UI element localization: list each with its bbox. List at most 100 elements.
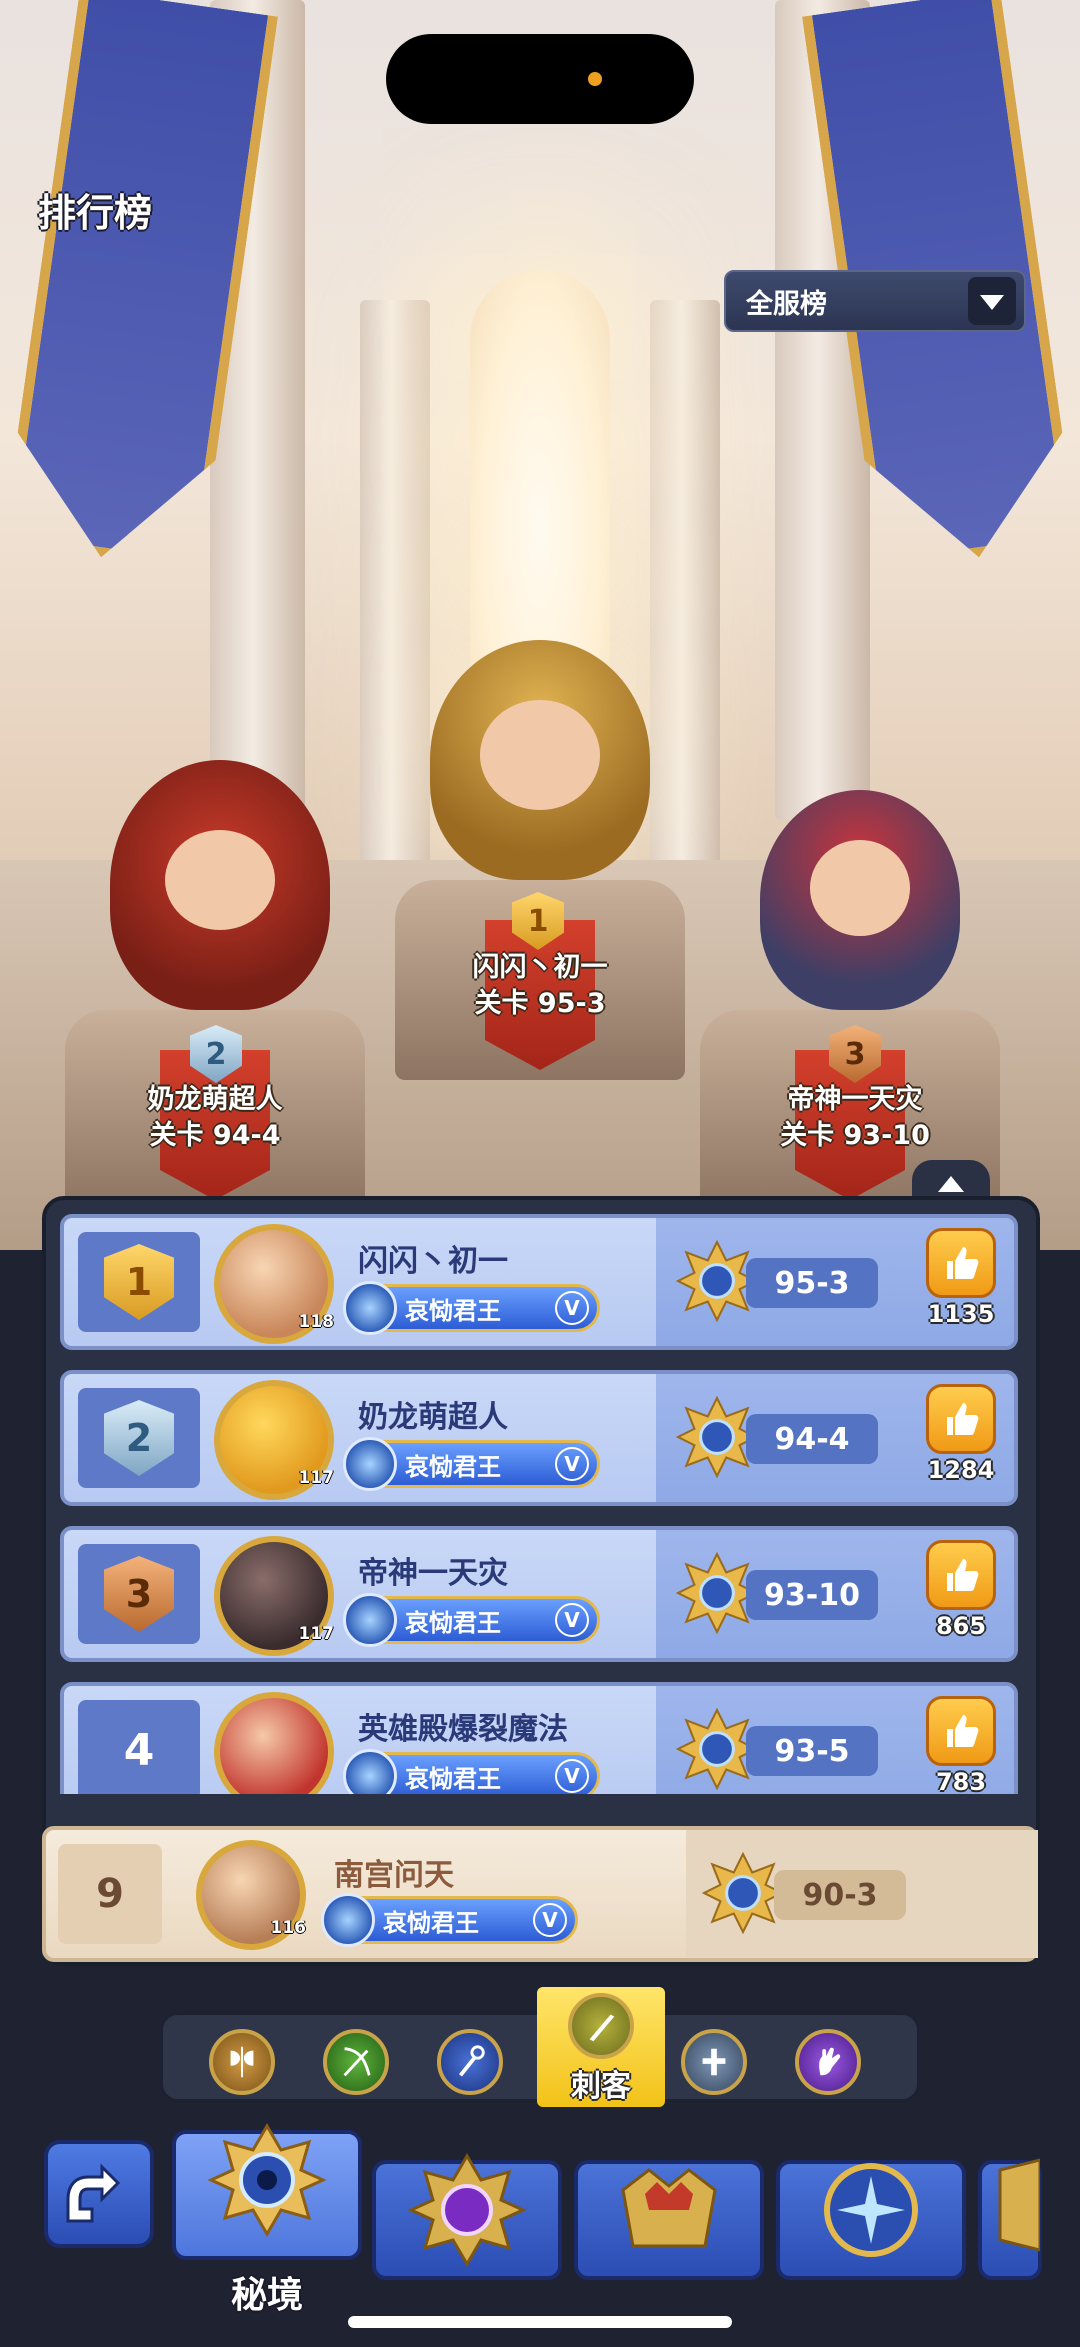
- tab-secret-realm[interactable]: 秘境: [172, 2123, 362, 2316]
- partial-emblem-icon: [998, 2158, 1040, 2252]
- player-name: 闪闪丶初一: [358, 1244, 508, 1279]
- class-filter-label: 刺客: [571, 2069, 631, 2104]
- tab-partial[interactable]: [978, 2158, 1042, 2280]
- avatar[interactable]: 117: [214, 1380, 334, 1500]
- rank-number: 4: [123, 1724, 155, 1776]
- hero-second-place[interactable]: [110, 760, 330, 1010]
- player-name: 帝神一天灾: [358, 1556, 508, 1591]
- ranking-row[interactable]: 4 英雄殿爆裂魔法 哀恸君王 V 93-5 783: [60, 1682, 1018, 1794]
- my-player-name: 南宫问天: [334, 1858, 454, 1893]
- title-badge: 哀恸君王 V: [321, 1893, 578, 1947]
- purple-orb-emblem-icon: [407, 2153, 527, 2267]
- title-tier: V: [555, 1447, 589, 1481]
- podium-player-name: 帝神一天灾: [787, 1084, 923, 1115]
- stage-value: 93-10: [746, 1570, 878, 1620]
- my-rank-row[interactable]: 9 116 南宫问天 哀恸君王 V 90-3: [42, 1826, 1038, 1962]
- ranking-list[interactable]: 1 118 闪闪丶初一 哀恸君王 V 95-3 1135 2 117 奶龙萌超人: [60, 1214, 1020, 1794]
- hero-third-place[interactable]: [760, 790, 960, 1010]
- stage-value: 94-4: [746, 1414, 878, 1464]
- podium-second: 奶龙萌超人 关卡 94-4: [60, 1082, 370, 1154]
- rank-badge-silver: 2: [104, 1400, 174, 1476]
- title-text: 哀恸君王: [383, 1908, 479, 1937]
- tab-label: 秘境: [230, 2275, 303, 2316]
- chevron-up-icon: [938, 1176, 964, 1192]
- class-filter-priest[interactable]: [681, 2029, 747, 2095]
- player-level: 118: [298, 1312, 335, 1332]
- ranking-row[interactable]: 1 118 闪闪丶初一 哀恸君王 V 95-3 1135: [60, 1214, 1018, 1350]
- title-emblem-icon: [321, 1893, 375, 1947]
- chevron-down-icon[interactable]: [968, 277, 1016, 325]
- class-filter-mage[interactable]: [437, 2029, 503, 2095]
- thumbs-up-icon: [926, 1384, 996, 1454]
- assassin-blade-icon: [568, 1993, 634, 2059]
- title-emblem-icon: [343, 1437, 397, 1491]
- title-emblem-icon: [343, 1593, 397, 1647]
- like-button[interactable]: 783: [920, 1696, 1002, 1794]
- rank-cell: 2: [78, 1388, 200, 1488]
- ranking-row[interactable]: 3 117 帝神一天灾 哀恸君王 V 93-10 865: [60, 1526, 1018, 1662]
- bottom-tab-bar: 秘境: [0, 2110, 1080, 2316]
- class-filter-assassin[interactable]: 刺客: [537, 1987, 665, 2107]
- mage-staff-icon: [459, 2045, 485, 2077]
- title-tier: V: [555, 1603, 589, 1637]
- thumbs-up-icon: [926, 1540, 996, 1610]
- blue-star-emblem-icon: [824, 2163, 918, 2257]
- class-filter-warrior[interactable]: [209, 2029, 275, 2095]
- camera-notch: [386, 34, 694, 124]
- podium-player-name: 闪闪丶初一: [472, 952, 608, 983]
- like-button[interactable]: 1135: [920, 1228, 1002, 1338]
- title-text: 哀恸君王: [405, 1296, 501, 1325]
- player-name: 英雄殿爆裂魔法: [358, 1712, 568, 1747]
- crown-emblem-icon: [621, 2168, 717, 2248]
- title-badge: 哀恸君王 V: [343, 1437, 600, 1491]
- like-count: 865: [935, 1612, 987, 1640]
- rank-cell: 4: [78, 1700, 200, 1794]
- avatar[interactable]: 118: [214, 1224, 334, 1344]
- thumbs-up-icon: [926, 1696, 996, 1766]
- title-tier: V: [555, 1291, 589, 1325]
- player-level: 117: [298, 1624, 335, 1644]
- podium-third: 帝神一天灾 关卡 93-10: [700, 1082, 1010, 1154]
- tab-crown[interactable]: [574, 2160, 764, 2280]
- stage-sun-icon: [702, 1852, 784, 1934]
- ranking-row[interactable]: 2 117 奶龙萌超人 哀恸君王 V 94-4 1284: [60, 1370, 1018, 1506]
- title-badge: 哀恸君王 V: [343, 1749, 600, 1794]
- player-name: 奶龙萌超人: [358, 1400, 508, 1435]
- avatar[interactable]: [214, 1692, 334, 1794]
- stage-value: 93-5: [746, 1726, 878, 1776]
- tab-purple-orb[interactable]: [372, 2153, 562, 2280]
- my-avatar[interactable]: 116: [196, 1840, 306, 1950]
- like-count: 1284: [927, 1456, 995, 1484]
- podium-stage: 关卡 94-4: [149, 1120, 281, 1151]
- like-button[interactable]: 865: [920, 1540, 1002, 1650]
- priest-cross-icon: [702, 2048, 726, 2076]
- title-tier: V: [555, 1759, 589, 1793]
- summoner-hand-icon: [819, 2047, 841, 2076]
- thumbs-up-icon: [926, 1228, 996, 1298]
- like-button[interactable]: 1284: [920, 1384, 1002, 1494]
- server-scope-dropdown[interactable]: 全服榜: [724, 270, 1026, 332]
- title-text: 哀恸君王: [405, 1452, 501, 1481]
- title-text: 哀恸君王: [405, 1608, 501, 1637]
- podium-first: 闪闪丶初一 关卡 95-3: [385, 950, 695, 1022]
- stage-value: 90-3: [774, 1870, 906, 1920]
- secret-realm-emblem-icon: [207, 2123, 327, 2237]
- podium-stage: 关卡 93-10: [780, 1120, 930, 1151]
- hero-first-place[interactable]: [430, 640, 650, 880]
- title-text: 哀恸君王: [405, 1764, 501, 1793]
- like-count: 783: [935, 1768, 987, 1794]
- class-filter-summoner[interactable]: [795, 2029, 861, 2095]
- home-indicator: [348, 2316, 732, 2328]
- avatar[interactable]: 117: [214, 1536, 334, 1656]
- title-emblem-icon: [343, 1749, 397, 1794]
- title-emblem-icon: [343, 1281, 397, 1335]
- class-filter-archer[interactable]: [323, 2029, 389, 2095]
- class-filter-bar: 刺客: [160, 1987, 920, 2107]
- tab-blue-star[interactable]: [776, 2160, 966, 2280]
- like-count: 1135: [927, 1300, 995, 1328]
- dropdown-selected-value: 全服榜: [746, 288, 827, 320]
- rank-cell: 3: [78, 1544, 200, 1644]
- page-title: 排行榜: [38, 191, 153, 235]
- player-level: 117: [298, 1468, 335, 1488]
- warrior-axe-icon: [230, 2046, 254, 2078]
